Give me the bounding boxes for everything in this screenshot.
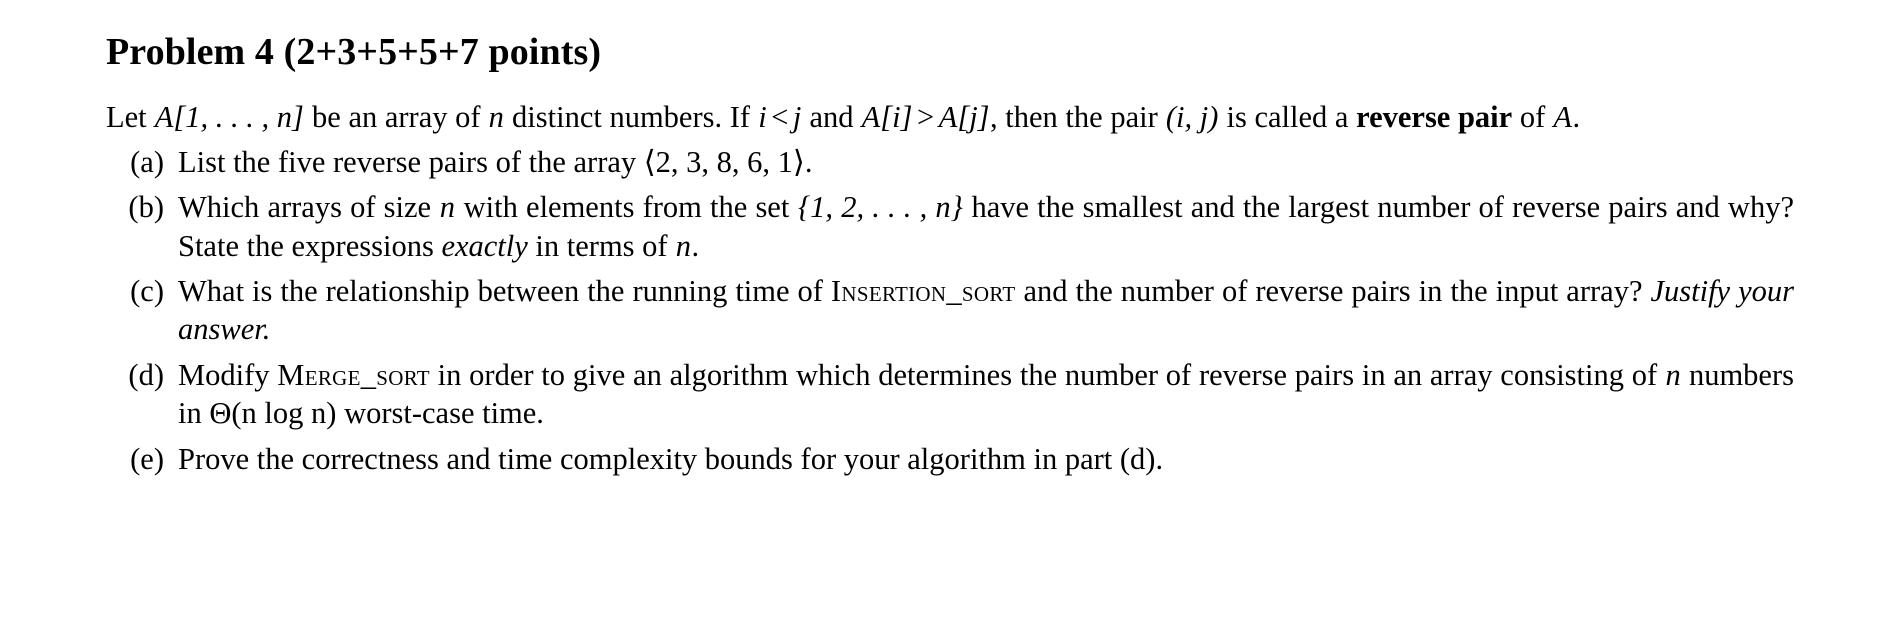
- item-body-c: What is the relationship between the run…: [178, 272, 1794, 349]
- variable-n: n: [488, 99, 504, 134]
- array-literal: ⟨2, 3, 8, 6, 1⟩: [643, 144, 805, 179]
- item-d-seg-4: worst-case time.: [336, 396, 544, 431]
- item-label-b: (b): [128, 190, 164, 225]
- variable-i: i: [758, 99, 767, 134]
- intro-text-7: of: [1512, 99, 1553, 134]
- item-d-seg-1: Modify: [178, 357, 278, 392]
- list-item-d: (d) Modify Merge_sort in order to give a…: [106, 356, 1794, 433]
- array-element-i: A[i]: [861, 99, 913, 134]
- item-b-variable-n-2: n: [675, 228, 691, 263]
- item-d-seg-2: in order to give an algorithm which dete…: [429, 357, 1665, 392]
- item-a-text-before: List the five reverse pairs of the array: [178, 144, 644, 179]
- intro-text-6: is called a: [1218, 99, 1357, 134]
- item-b-seg-2: with elements from the set: [455, 190, 798, 225]
- intro-text-1: Let: [106, 99, 155, 134]
- intro-text-3: distinct numbers. If: [504, 99, 758, 134]
- complexity-notation: Θ(n log n): [209, 396, 337, 431]
- item-c-seg-2: and the number of reverse pairs in the i…: [1015, 273, 1651, 308]
- list-item-e: (e) Prove the correctness and time compl…: [106, 440, 1794, 478]
- intro-text-4: and: [801, 99, 862, 134]
- item-label-a: (a): [130, 144, 164, 179]
- item-a-text-after: .: [804, 144, 813, 179]
- list-item-c: (c) What is the relationship between the…: [106, 272, 1794, 349]
- array-element-j: A[j]: [938, 99, 990, 134]
- variable-A: A: [1553, 99, 1573, 134]
- intro-text-2: be an array of: [304, 99, 489, 134]
- less-than-operator: <: [771, 99, 789, 134]
- page-title: Problem 4 (2+3+5+5+7 points): [106, 31, 602, 73]
- variable-j: j: [792, 99, 802, 134]
- item-label-d: (d): [128, 357, 164, 392]
- item-body-b: Which arrays of size n with elements fro…: [178, 188, 1794, 265]
- problem-statement-paragraph: Let A[1, . . . , n] be an array of n dis…: [106, 98, 1794, 136]
- item-body-d: Modify Merge_sort in order to give an al…: [178, 356, 1794, 433]
- item-b-variable-n-1: n: [439, 190, 455, 225]
- list-item-b: (b) Which arrays of size n with elements…: [106, 188, 1794, 265]
- item-b-seg-1: Which arrays of size: [178, 190, 440, 225]
- item-label-c: (c): [130, 273, 164, 308]
- list-item-a: (a) List the five reverse pairs of the a…: [106, 143, 1794, 181]
- document-page: Problem 4 (2+3+5+5+7 points) Let A[1, . …: [0, 0, 1894, 635]
- term-reverse-pair: reverse pair: [1356, 99, 1513, 134]
- pair-notation: (i, j): [1165, 99, 1219, 134]
- item-label-e: (e): [130, 441, 164, 476]
- item-b-seg-4: in terms of: [527, 228, 676, 263]
- intro-text-5: , then the pair: [990, 99, 1166, 134]
- array-notation: A[1, . . . , n]: [154, 99, 304, 134]
- item-body-a: List the five reverse pairs of the array…: [178, 143, 1794, 181]
- problem-parts-list: (a) List the five reverse pairs of the a…: [106, 143, 1794, 478]
- set-literal: {1, 2, . . . , n}: [797, 190, 963, 225]
- item-b-seg-5: .: [691, 228, 700, 263]
- greater-than-operator: >: [917, 99, 935, 134]
- procedure-insertion-sort: Insertion_sort: [830, 273, 1016, 308]
- emphasis-exactly: exactly: [441, 228, 528, 263]
- item-d-variable-n: n: [1665, 357, 1681, 392]
- item-body-e: Prove the correctness and time complexit…: [178, 441, 1164, 476]
- intro-text-8: .: [1572, 99, 1581, 134]
- procedure-merge-sort: Merge_sort: [277, 357, 430, 392]
- item-c-seg-1: What is the relationship between the run…: [178, 273, 831, 308]
